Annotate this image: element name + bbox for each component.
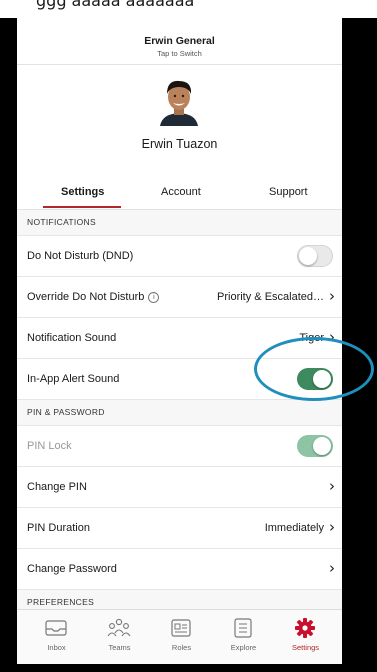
explore-icon bbox=[234, 618, 252, 638]
chevron-right-icon: › bbox=[329, 287, 335, 305]
change-pin-label: Change PIN bbox=[27, 481, 87, 493]
section-notifications: NOTIFICATIONS bbox=[17, 210, 342, 236]
dnd-label: Do Not Disturb (DND) bbox=[27, 250, 134, 262]
chevron-right-icon: › bbox=[329, 559, 335, 577]
chevron-right-icon: › bbox=[329, 477, 335, 495]
dnd-toggle[interactable] bbox=[297, 245, 333, 267]
chevron-right-icon: › bbox=[329, 518, 335, 536]
row-pin-lock: PIN Lock bbox=[17, 426, 342, 467]
settings-tabs: Settings Account Support bbox=[17, 175, 342, 210]
toggle-knob bbox=[299, 247, 317, 265]
row-override-dnd[interactable]: Override Do Not Disturb i Priority & Esca… bbox=[17, 277, 342, 318]
tabbar-inbox[interactable]: Inbox bbox=[24, 610, 89, 664]
tab-support[interactable]: Support bbox=[269, 186, 308, 198]
avatar bbox=[160, 80, 198, 126]
teams-icon bbox=[107, 618, 131, 637]
bottom-tab-bar: Inbox Teams Roles Explore Settings bbox=[17, 609, 342, 664]
org-switcher[interactable]: Erwin General Tap to Switch bbox=[17, 18, 342, 65]
cropped-caption-fragment: ggg aaaaa aaaaaaa bbox=[0, 0, 377, 18]
tabbar-label: Roles bbox=[171, 643, 192, 652]
tabbar-explore[interactable]: Explore bbox=[211, 610, 276, 664]
in-app-alert-label: In-App Alert Sound bbox=[27, 373, 120, 385]
roles-icon bbox=[171, 619, 191, 637]
profile-name: Erwin Tuazon bbox=[141, 137, 218, 151]
pin-duration-value: Immediately bbox=[264, 522, 324, 534]
toggle-knob bbox=[313, 437, 331, 455]
tabbar-roles[interactable]: Roles bbox=[149, 610, 214, 664]
org-name: Erwin General bbox=[144, 35, 215, 47]
tabbar-settings[interactable]: Settings bbox=[273, 610, 338, 664]
pin-duration-label: PIN Duration bbox=[27, 522, 90, 534]
info-icon[interactable]: i bbox=[148, 292, 160, 303]
pin-lock-label: PIN Lock bbox=[27, 440, 72, 452]
row-change-pin[interactable]: Change PIN › bbox=[17, 467, 342, 508]
tabbar-label: Inbox bbox=[47, 643, 66, 652]
inbox-icon bbox=[45, 620, 67, 636]
switch-hint: Tap to Switch bbox=[157, 49, 202, 58]
section-pin-password: PIN & PASSWORD bbox=[17, 400, 342, 426]
notification-sound-label: Notification Sound bbox=[27, 332, 117, 344]
tabbar-teams[interactable]: Teams bbox=[87, 610, 152, 664]
tabbar-label: Explore bbox=[230, 643, 257, 652]
row-pin-duration[interactable]: PIN Duration Immediately › bbox=[17, 508, 342, 549]
tab-account[interactable]: Account bbox=[161, 186, 201, 198]
row-change-password[interactable]: Change Password › bbox=[17, 549, 342, 590]
override-dnd-label: Override Do Not Disturb i bbox=[27, 291, 160, 303]
tabbar-label: Teams bbox=[108, 643, 131, 652]
pin-lock-toggle[interactable] bbox=[297, 435, 333, 457]
highlight-annotation bbox=[254, 337, 374, 401]
tabbar-label: Settings bbox=[291, 643, 320, 652]
override-dnd-value: Priority & Escalated… bbox=[217, 291, 324, 303]
row-do-not-disturb: Do Not Disturb (DND) bbox=[17, 236, 342, 277]
tab-settings[interactable]: Settings bbox=[61, 186, 104, 198]
gear-icon bbox=[295, 618, 315, 638]
profile-section: Erwin Tuazon bbox=[17, 65, 342, 175]
active-tab-indicator bbox=[43, 206, 121, 208]
change-password-label: Change Password bbox=[27, 563, 117, 575]
